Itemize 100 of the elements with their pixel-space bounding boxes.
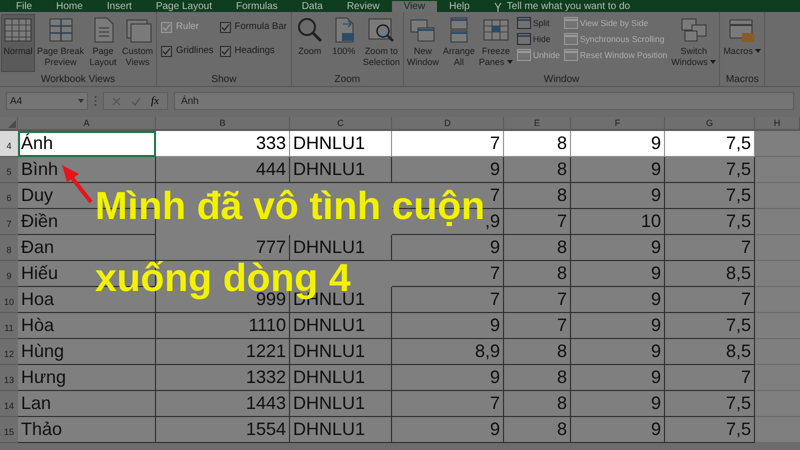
table-cell: 444 [156,157,290,183]
table-cell: 9 [571,157,665,183]
table-cell: 7 [392,287,504,313]
check-icon[interactable] [131,96,141,106]
row-header[interactable]: 15 [0,417,18,443]
row-header[interactable]: 12 [0,339,18,365]
row-header[interactable]: 14 [0,391,18,417]
table-cell: 7 [392,391,504,417]
ribbon-button[interactable]: Custom Views [120,14,156,72]
ribbon-tab[interactable]: Formulas [224,1,290,12]
column-header[interactable]: G [665,117,755,131]
cancel-icon[interactable] [112,96,121,106]
ribbon-button[interactable]: Zoom to Selection [360,14,402,72]
row-header[interactable]: 8 [0,235,18,261]
ribbon-button[interactable]: Split [516,17,560,29]
table-cell: DHNLU1 [290,339,392,365]
table-cell: Hưng [18,365,156,391]
column-header[interactable]: D [392,117,504,131]
column-header[interactable]: A [18,117,156,131]
table-cell: 9 [571,313,665,339]
table-cell: Đan [18,235,156,261]
row-header[interactable]: 9 [0,261,18,287]
sync-scroll-icon [564,33,578,45]
table-cell: 7 [504,209,571,235]
table-cell: 1554 [156,417,290,443]
column-header[interactable]: E [504,117,571,131]
table-cell: DHNLU1 [290,131,392,157]
table-cell: 1110 [156,313,290,339]
column-header[interactable]: C [290,117,392,131]
column-header[interactable]: F [571,117,665,131]
row-header[interactable]: 4 [0,131,18,157]
table-cell: 9 [392,313,504,339]
checkbox[interactable] [220,22,231,33]
table-cell: 1221 [156,339,290,365]
ribbon-button[interactable]: Macros [721,14,764,72]
row-header[interactable]: 6 [0,183,18,209]
table-cell: 7,5 [665,209,755,235]
ribbon-button[interactable]: Freeze Panes [476,14,515,72]
window-icon [516,49,531,61]
ribbon-button[interactable]: New Window [404,14,441,72]
ribbon-button[interactable]: Page Break Preview [35,14,86,72]
corner-triangle-icon [8,120,16,128]
table-cell: DHNLU1 [290,235,392,261]
ribbon-tab[interactable]: Insert [94,1,144,12]
ribbon-tab[interactable]: Page Layout [144,1,224,12]
window-icon [516,33,531,45]
grip-icon [94,95,97,107]
ribbon-button[interactable]: Arrange All [440,14,477,72]
table-cell: Ánh [18,131,156,157]
ribbon-button[interactable]: Hide [516,33,560,45]
formula-field[interactable]: Ánh [174,92,794,110]
column-header[interactable]: B [156,117,290,131]
group-label: Window [544,73,580,86]
ribbon-button[interactable]: Page Layout [86,14,120,72]
table-cell: 9 [571,365,665,391]
row-header[interactable]: 5 [0,157,18,183]
table-cell: 777 [156,235,290,261]
table-cell: DHNLU1 [290,313,392,339]
table-cell: 7,5 [665,157,755,183]
table-cell: 9 [571,287,665,313]
row-header[interactable]: 10 [0,287,18,313]
table-cell: 7 [392,131,504,157]
column-header[interactable]: H [755,117,800,131]
checkbox[interactable] [161,46,172,57]
ribbon-button[interactable]: Normal [1,14,35,72]
side-by-side-icon [564,17,578,29]
table-cell: 9 [571,235,665,261]
table-cell: DHNLU1 [290,417,392,443]
ribbon-tab[interactable]: Home [44,1,95,12]
row-header[interactable]: 11 [0,313,18,339]
table-cell: 8 [504,417,571,443]
zoom-selection-icon [366,16,396,44]
ribbon-button[interactable]: Switch Windows [669,14,718,72]
table-cell: 10 [571,209,665,235]
row-header[interactable]: 7 [0,209,18,235]
table-cell: 8,9 [392,339,504,365]
name-box[interactable]: A4 [6,92,88,110]
table-cell: 9 [392,235,504,261]
ribbon-tab[interactable]: Help [437,1,482,12]
ribbon-tab[interactable]: Data [290,1,335,12]
search-hint[interactable]: Tell me what you want to do [506,1,630,12]
checkbox[interactable] [220,46,231,57]
table-cell: 7 [504,313,571,339]
table-cell: 1332 [156,365,290,391]
table-cell: 8 [504,391,571,417]
select-all-button[interactable] [0,117,18,131]
group-label: Show [211,73,236,86]
table-cell: 8,5 [665,339,755,365]
ribbon-tab[interactable]: View [392,1,438,12]
row-header[interactable]: 13 [0,365,18,391]
table-cell: 9 [571,261,665,287]
table-cell: 9 [392,365,504,391]
ribbon-button[interactable]: 100% [326,14,361,72]
insert-function-button[interactable]: fx [151,95,159,107]
ribbon-button[interactable]: Zoom [292,14,327,72]
checkbox-label: Gridlines [176,44,214,58]
table-cell: Thảo [18,417,156,443]
table-cell: Hùng [18,339,156,365]
ribbon-tab[interactable]: File [4,1,44,12]
ribbon-tab[interactable]: Review [334,1,392,12]
